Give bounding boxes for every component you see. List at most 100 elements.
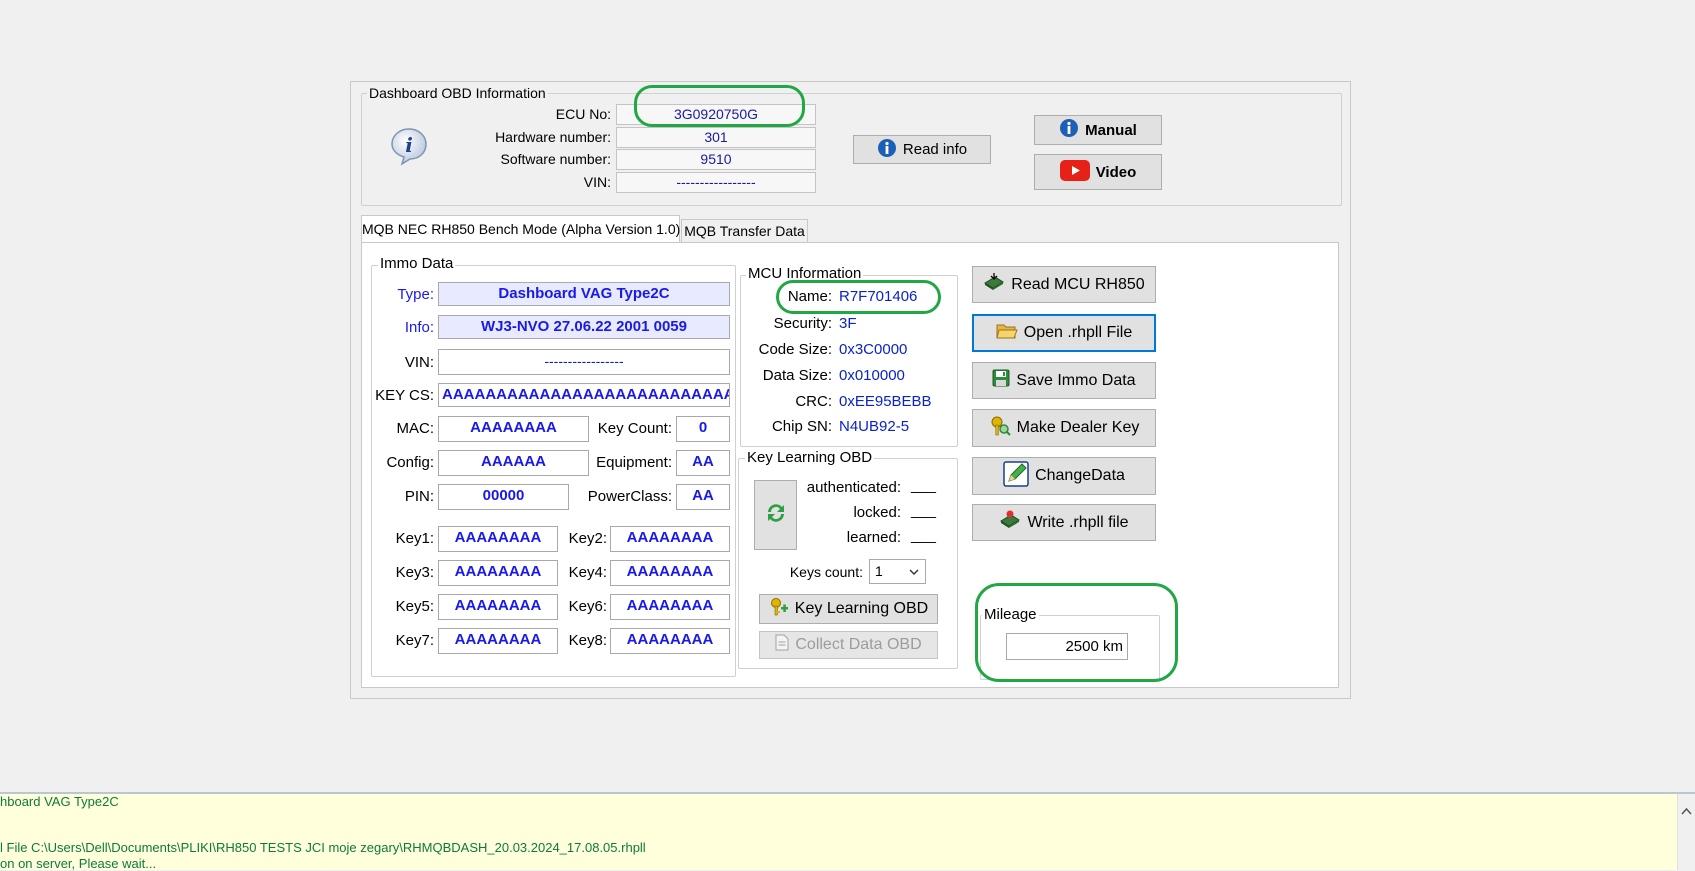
- tab-transfer-data[interactable]: MQB Transfer Data: [681, 219, 808, 243]
- config-field[interactable]: AAAAAA: [438, 450, 589, 476]
- save-immo-data-button[interactable]: Save Immo Data: [972, 362, 1156, 399]
- save-disk-icon: [992, 369, 1010, 392]
- learned-label: learned:: [846, 529, 901, 546]
- video-button[interactable]: Video: [1034, 154, 1162, 190]
- make-dealer-key-label: Make Dealer Key: [1016, 419, 1140, 436]
- make-dealer-key-button[interactable]: Make Dealer Key: [972, 409, 1156, 447]
- mileage-title: Mileage: [982, 606, 1039, 623]
- obd-vin-field[interactable]: -----------------: [616, 172, 816, 193]
- config-label: Config:: [386, 454, 434, 471]
- keys-count-label: Keys count:: [789, 564, 863, 580]
- scroll-up-icon[interactable]: [1681, 802, 1692, 819]
- key-count-label: Key Count:: [597, 420, 672, 437]
- key5-field[interactable]: AAAAAAAA: [438, 594, 558, 620]
- data-size-value: 0x010000: [839, 367, 905, 384]
- crc-label: CRC:: [795, 393, 832, 410]
- collect-data-obd-label: Collect Data OBD: [795, 636, 922, 653]
- document-icon: [775, 634, 789, 656]
- refresh-status-button[interactable]: [754, 480, 797, 550]
- key6-field[interactable]: AAAAAAAA: [610, 594, 730, 620]
- mcu-name-value: R7F701406: [839, 288, 918, 305]
- key4-label: Key4:: [568, 564, 607, 581]
- tab-bench-mode[interactable]: MQB NEC RH850 Bench Mode (Alpha Version …: [361, 215, 680, 243]
- mcu-name-label: Name:: [787, 288, 832, 305]
- keys-count-select[interactable]: 1: [869, 559, 926, 584]
- immo-vin-label: VIN:: [404, 354, 434, 371]
- chip-write-icon: [999, 510, 1021, 535]
- change-data-button[interactable]: ChangeData: [972, 457, 1156, 495]
- keys-count-value: 1: [875, 563, 883, 579]
- key2-field[interactable]: AAAAAAAA: [610, 526, 730, 552]
- code-size-value: 0x3C0000: [839, 341, 908, 358]
- equipment-label: Equipment:: [596, 454, 672, 471]
- collect-data-obd-button[interactable]: Collect Data OBD: [759, 631, 938, 659]
- ecu-no-field[interactable]: 3G0920750G: [616, 104, 816, 125]
- save-immo-data-label: Save Immo Data: [1016, 371, 1136, 389]
- log-panel: hboard VAG Type2C l File C:\Users\Dell\D…: [0, 792, 1695, 871]
- obd-info-title: Dashboard OBD Information: [367, 85, 548, 101]
- key-learning-title: Key Learning OBD: [745, 449, 875, 466]
- key8-field[interactable]: AAAAAAAA: [610, 628, 730, 654]
- log-line: on on server, Please wait...: [0, 856, 157, 871]
- key-cs-field[interactable]: AAAAAAAAAAAAAAAAAAAAAAAAAAAAAA: [438, 383, 730, 407]
- info-label: Info:: [404, 319, 434, 336]
- key5-label: Key5:: [395, 598, 434, 615]
- locked-status: ___: [911, 502, 937, 519]
- key1-label: Key1:: [395, 530, 434, 547]
- key2-label: Key2:: [568, 530, 607, 547]
- locked-label: locked:: [853, 504, 901, 521]
- authenticated-label: authenticated:: [806, 479, 901, 496]
- pin-label: PIN:: [404, 488, 434, 505]
- obd-vin-label: VIN:: [583, 174, 611, 190]
- read-mcu-label: Read MCU RH850: [1011, 275, 1145, 293]
- immo-data-title: Immo Data: [378, 255, 456, 272]
- folder-open-icon: [996, 322, 1018, 345]
- mac-label: MAC:: [396, 420, 435, 437]
- read-info-button[interactable]: Read info: [853, 135, 991, 164]
- software-number-label: Software number:: [500, 151, 612, 167]
- key1-field[interactable]: AAAAAAAA: [438, 526, 558, 552]
- pin-field[interactable]: 00000: [438, 484, 569, 510]
- mileage-input[interactable]: 2500 km: [1006, 633, 1128, 660]
- open-rhpll-file-button[interactable]: Open .rhpll File: [972, 314, 1156, 352]
- youtube-play-icon: [1059, 159, 1090, 185]
- change-data-label: ChangeData: [1035, 467, 1125, 484]
- log-line: hboard VAG Type2C: [0, 794, 119, 809]
- key4-field[interactable]: AAAAAAAA: [610, 560, 730, 586]
- manual-button[interactable]: Manual: [1034, 115, 1162, 145]
- key7-label: Key7:: [395, 632, 434, 649]
- type-field[interactable]: Dashboard VAG Type2C: [438, 282, 730, 306]
- info-field[interactable]: WJ3-NVO 27.06.22 2001 0059: [438, 315, 730, 339]
- authenticated-status: ___: [911, 477, 937, 494]
- powerclass-field[interactable]: AA: [676, 484, 730, 510]
- software-number-field[interactable]: 9510: [616, 149, 816, 170]
- read-info-label: Read info: [902, 141, 968, 158]
- equipment-field[interactable]: AA: [676, 450, 730, 476]
- key6-label: Key6:: [568, 598, 607, 615]
- write-rhpll-file-button[interactable]: Write .rhpll file: [972, 504, 1156, 541]
- ecu-no-label: ECU No:: [555, 106, 611, 122]
- info-bubble-icon: i: [389, 126, 429, 166]
- read-mcu-button[interactable]: Read MCU RH850: [972, 266, 1156, 303]
- key-learning-obd-button[interactable]: Key Learning OBD: [759, 594, 938, 624]
- key-learning-obd-label: Key Learning OBD: [794, 600, 929, 617]
- security-value: 3F: [839, 315, 857, 332]
- crc-value: 0xEE95BEBB: [839, 393, 932, 410]
- chip-read-icon: [983, 272, 1005, 297]
- info-circle-icon: [877, 138, 897, 162]
- log-scrollbar[interactable]: [1677, 794, 1695, 870]
- key7-field[interactable]: AAAAAAAA: [438, 628, 558, 654]
- key3-field[interactable]: AAAAAAAA: [438, 560, 558, 586]
- hardware-number-field[interactable]: 301: [616, 127, 816, 148]
- key-count-field[interactable]: 0: [676, 416, 730, 442]
- type-label: Type:: [397, 286, 434, 303]
- mac-field[interactable]: AAAAAAAA: [438, 416, 589, 442]
- key3-label: Key3:: [395, 564, 434, 581]
- info-circle-icon: [1059, 118, 1079, 142]
- immo-vin-field[interactable]: -----------------: [438, 349, 730, 375]
- manual-label: Manual: [1085, 121, 1137, 139]
- powerclass-label: PowerClass:: [587, 488, 672, 505]
- data-size-label: Data Size:: [762, 367, 832, 384]
- open-rhpll-file-label: Open .rhpll File: [1023, 324, 1133, 341]
- log-line: l File C:\Users\Dell\Documents\PLIKI\RH8…: [0, 840, 646, 855]
